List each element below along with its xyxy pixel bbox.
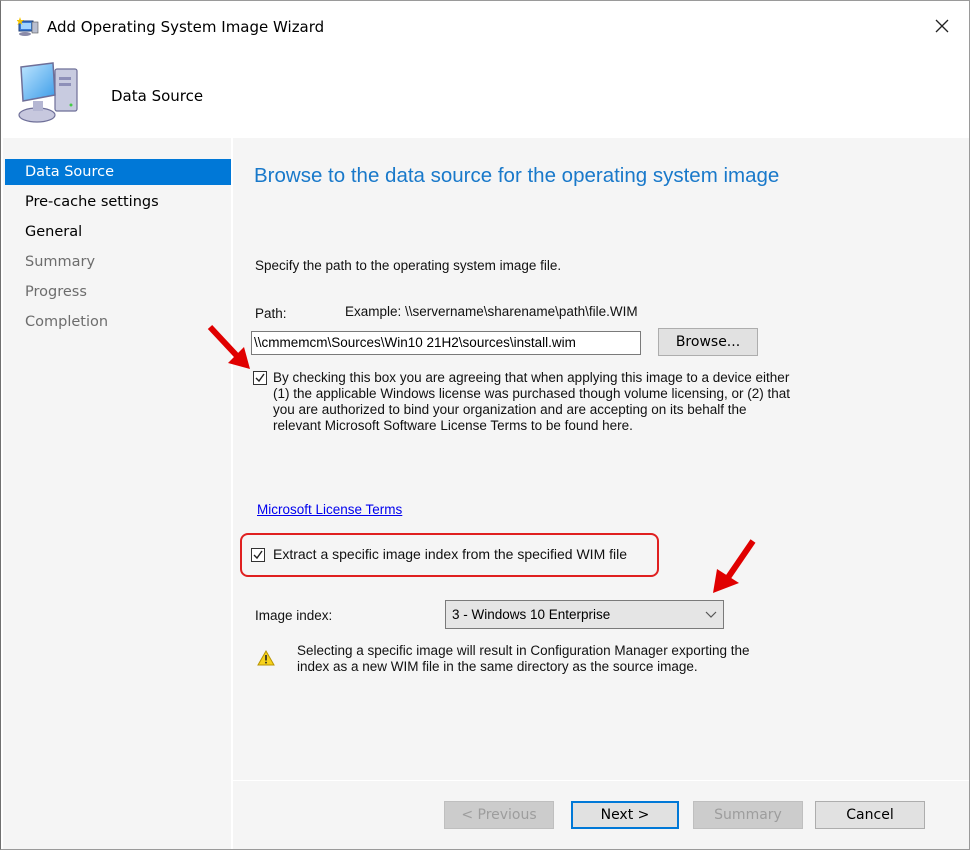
- computer-icon: [15, 59, 83, 125]
- annotation-arrow-checkbox: [207, 324, 250, 369]
- sidebar-item-summary: Summary: [25, 254, 96, 270]
- image-index-value: 3 - Windows 10 Enterprise: [452, 607, 611, 622]
- wizard-computer-icon: [16, 17, 39, 37]
- wizard-window: Add Operating System Image Wizard Data S…: [0, 0, 970, 850]
- sidebar-item-completion: Completion: [25, 314, 109, 330]
- sidebar-item-progress: Progress: [25, 284, 87, 300]
- microsoft-license-terms-link[interactable]: Microsoft License Terms: [257, 502, 402, 517]
- wizard-header: Data Source: [1, 53, 969, 138]
- extract-image-index-checkbox[interactable]: [251, 548, 265, 562]
- step-title: Data Source: [111, 87, 204, 105]
- wizard-content: Browse to the data source for the operat…: [233, 138, 969, 849]
- close-button[interactable]: [925, 11, 959, 41]
- checkmark-icon: [255, 373, 265, 383]
- sidebar-item-pre-cache-settings[interactable]: Pre-cache settings: [5, 189, 231, 215]
- instruction-text: Specify the path to the operating system…: [255, 258, 562, 273]
- sidebar-item-general[interactable]: General: [5, 219, 231, 245]
- warning-icon: [257, 649, 275, 671]
- license-agreement-text: By checking this box you are agreeing th…: [273, 370, 791, 433]
- page-title: Browse to the data source for the operat…: [254, 164, 780, 187]
- path-label: Path:: [255, 306, 287, 321]
- path-input[interactable]: \\cmmemcm\Sources\Win10 21H2\sources\ins…: [251, 331, 641, 355]
- license-agreement-checkbox[interactable]: [253, 371, 267, 385]
- annotation-arrow-dropdown: [713, 539, 756, 593]
- wizard-steps-sidebar: Data Source Pre-cache settings General S…: [3, 138, 231, 849]
- summary-button: Summary: [693, 801, 803, 829]
- next-button[interactable]: Next >: [571, 801, 679, 829]
- close-icon: [935, 19, 949, 33]
- cancel-button[interactable]: Cancel: [815, 801, 925, 829]
- title-bar: Add Operating System Image Wizard: [1, 1, 969, 53]
- sidebar-item-data-source[interactable]: Data Source: [5, 159, 231, 185]
- footer-divider: [233, 780, 969, 781]
- window-title: Add Operating System Image Wizard: [47, 18, 325, 36]
- chevron-down-icon: [705, 601, 717, 637]
- warning-text: Selecting a specific image will result i…: [297, 643, 750, 674]
- previous-button: < Previous: [444, 801, 554, 829]
- image-index-dropdown[interactable]: 3 - Windows 10 Enterprise: [445, 600, 724, 629]
- browse-button[interactable]: Browse...: [658, 328, 758, 356]
- checkmark-icon: [253, 550, 263, 560]
- path-example: Example: \\servername\sharename\path\fil…: [345, 304, 638, 319]
- extract-image-index-label: Extract a specific image index from the …: [273, 546, 628, 562]
- image-index-label: Image index:: [255, 608, 333, 623]
